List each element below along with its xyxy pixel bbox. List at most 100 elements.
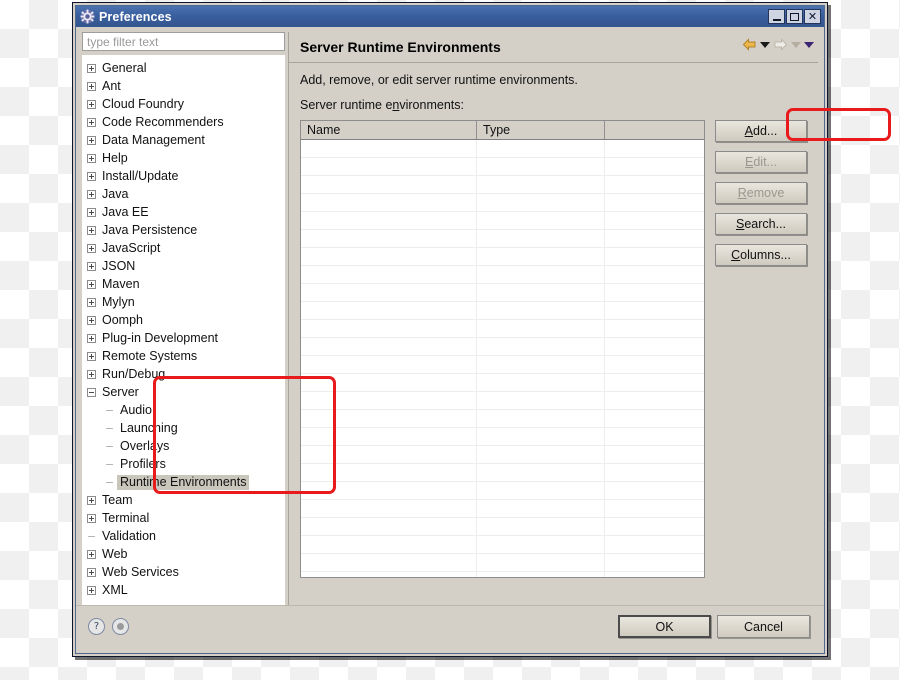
table-row[interactable]: [301, 410, 704, 428]
table-column-header-blank[interactable]: [605, 121, 704, 139]
table-row[interactable]: [301, 554, 704, 572]
table-column-header-type[interactable]: Type: [477, 121, 605, 139]
columns-button[interactable]: Columns...: [715, 244, 807, 266]
tree-item-data-management[interactable]: Data Management: [83, 131, 284, 149]
tree-item-server[interactable]: Server: [83, 383, 284, 401]
table-row[interactable]: [301, 500, 704, 518]
expand-plus-icon[interactable]: [83, 239, 99, 257]
table-row[interactable]: [301, 194, 704, 212]
tree-item-run-debug[interactable]: Run/Debug: [83, 365, 284, 383]
tree-item-plug-in-development[interactable]: Plug-in Development: [83, 329, 284, 347]
runtime-environments-table[interactable]: Name Type: [300, 120, 705, 578]
table-column-header-name[interactable]: Name: [301, 121, 477, 139]
table-row[interactable]: [301, 464, 704, 482]
expand-plus-icon[interactable]: [83, 221, 99, 239]
tree-item-ant[interactable]: Ant: [83, 77, 284, 95]
tree-item-general[interactable]: General: [83, 59, 284, 77]
preferences-tree[interactable]: General Ant Cloud Foundry Code Recommenders…: [82, 55, 285, 606]
expand-plus-icon[interactable]: [83, 59, 99, 77]
tree-item-validation[interactable]: Validation: [83, 527, 284, 545]
tree-item-install-update[interactable]: Install/Update: [83, 167, 284, 185]
table-row[interactable]: [301, 284, 704, 302]
tree-item-runtime-environments[interactable]: Runtime Environments: [83, 473, 284, 491]
title-bar[interactable]: Preferences ✕: [76, 6, 824, 27]
tree-item-overlays[interactable]: Overlays: [83, 437, 284, 455]
cancel-button[interactable]: Cancel: [717, 615, 810, 638]
add-button[interactable]: Add...: [715, 120, 807, 142]
expand-plus-icon[interactable]: [83, 113, 99, 131]
expand-plus-icon[interactable]: [83, 581, 99, 599]
expand-plus-icon[interactable]: [83, 365, 99, 383]
tree-item-mylyn[interactable]: Mylyn: [83, 293, 284, 311]
expand-plus-icon[interactable]: [83, 347, 99, 365]
tree-item-cloud-foundry[interactable]: Cloud Foundry: [83, 95, 284, 113]
minimize-button[interactable]: [768, 9, 785, 24]
table-row[interactable]: [301, 176, 704, 194]
tree-item-launching[interactable]: Launching: [83, 419, 284, 437]
tree-item-xml[interactable]: XML: [83, 581, 284, 599]
expand-plus-icon[interactable]: [83, 545, 99, 563]
table-row[interactable]: [301, 248, 704, 266]
expand-plus-icon[interactable]: [83, 77, 99, 95]
expand-plus-icon[interactable]: [83, 509, 99, 527]
table-row[interactable]: [301, 482, 704, 500]
tree-item-web-services[interactable]: Web Services: [83, 563, 284, 581]
expand-plus-icon[interactable]: [83, 131, 99, 149]
maximize-button[interactable]: [786, 9, 803, 24]
tree-item-maven[interactable]: Maven: [83, 275, 284, 293]
expand-plus-icon[interactable]: [83, 275, 99, 293]
tree-item-terminal[interactable]: Terminal: [83, 509, 284, 527]
table-row[interactable]: [301, 536, 704, 554]
table-row[interactable]: [301, 302, 704, 320]
expand-plus-icon[interactable]: [83, 149, 99, 167]
tree-item-remote-systems[interactable]: Remote Systems: [83, 347, 284, 365]
tree-item-javascript[interactable]: JavaScript: [83, 239, 284, 257]
tree-item-web[interactable]: Web: [83, 545, 284, 563]
table-row[interactable]: [301, 428, 704, 446]
table-row[interactable]: [301, 140, 704, 158]
search-button[interactable]: Search...: [715, 213, 807, 235]
view-menu-chevron-down-icon[interactable]: [804, 41, 814, 48]
expand-plus-icon[interactable]: [83, 329, 99, 347]
expand-plus-icon[interactable]: [83, 203, 99, 221]
table-row[interactable]: [301, 266, 704, 284]
tree-item-code-recommenders[interactable]: Code Recommenders: [83, 113, 284, 131]
tree-item-team[interactable]: Team: [83, 491, 284, 509]
tree-item-oomph[interactable]: Oomph: [83, 311, 284, 329]
expand-plus-icon[interactable]: [83, 293, 99, 311]
table-body[interactable]: [301, 140, 704, 577]
table-row[interactable]: [301, 320, 704, 338]
tree-item-java-persistence[interactable]: Java Persistence: [83, 221, 284, 239]
table-row[interactable]: [301, 158, 704, 176]
table-row[interactable]: [301, 230, 704, 248]
back-arrow-icon[interactable]: [742, 38, 757, 51]
expand-plus-icon[interactable]: [83, 95, 99, 113]
ok-button[interactable]: OK: [618, 615, 711, 638]
table-row[interactable]: [301, 374, 704, 392]
tree-item-audio[interactable]: Audio: [83, 401, 284, 419]
table-row[interactable]: [301, 518, 704, 536]
table-row[interactable]: [301, 212, 704, 230]
circle-dot-icon[interactable]: [112, 618, 129, 635]
tree-item-java[interactable]: Java: [83, 185, 284, 203]
table-row[interactable]: [301, 356, 704, 374]
table-row[interactable]: [301, 338, 704, 356]
expand-plus-icon[interactable]: [83, 185, 99, 203]
expand-plus-icon[interactable]: [83, 311, 99, 329]
expand-plus-icon[interactable]: [83, 257, 99, 275]
close-button[interactable]: ✕: [804, 9, 821, 24]
tree-item-help[interactable]: Help: [83, 149, 284, 167]
tree-item-profilers[interactable]: Profilers: [83, 455, 284, 473]
tree-item-java-ee[interactable]: Java EE: [83, 203, 284, 221]
filter-input[interactable]: [82, 32, 285, 51]
tree-item-json[interactable]: JSON: [83, 257, 284, 275]
help-icon[interactable]: ?: [88, 618, 105, 635]
collapse-minus-icon[interactable]: [83, 383, 99, 401]
table-row[interactable]: [301, 446, 704, 464]
back-history-chevron-down-icon[interactable]: [760, 41, 770, 48]
expand-plus-icon[interactable]: [83, 563, 99, 581]
table-row[interactable]: [301, 392, 704, 410]
expand-plus-icon[interactable]: [83, 167, 99, 185]
table-row[interactable]: [301, 572, 704, 577]
expand-plus-icon[interactable]: [83, 491, 99, 509]
